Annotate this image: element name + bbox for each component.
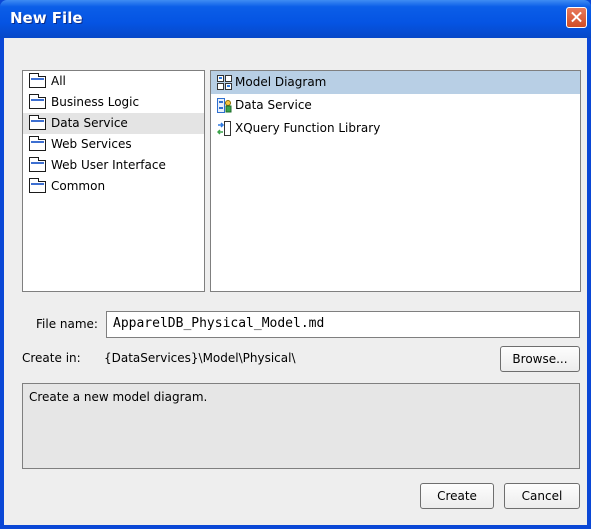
create-in-path: {DataServices}\Model\Physical\ bbox=[104, 351, 296, 365]
category-label: Data Service bbox=[51, 116, 128, 130]
model-diagram-icon bbox=[217, 75, 232, 90]
dialog-title: New File bbox=[10, 9, 83, 27]
template-item-xquery-function-library[interactable]: XQuery Function Library bbox=[211, 117, 580, 140]
category-item-web-user-interface[interactable]: Web User Interface bbox=[23, 155, 204, 176]
category-list[interactable]: All Business Logic Data Service Web Serv… bbox=[22, 70, 205, 292]
file-name-input[interactable]: ApparelDB_Physical_Model.md bbox=[106, 311, 580, 338]
folder-icon bbox=[29, 73, 46, 88]
description-text: Create a new model diagram. bbox=[29, 390, 208, 404]
description-box: Create a new model diagram. bbox=[22, 383, 580, 469]
category-label: Web Services bbox=[51, 137, 132, 151]
template-list[interactable]: Model Diagram Data Service XQuery Functi… bbox=[210, 70, 581, 292]
template-item-model-diagram[interactable]: Model Diagram bbox=[211, 71, 580, 94]
category-item-all[interactable]: All bbox=[23, 71, 204, 92]
close-button[interactable] bbox=[566, 7, 587, 28]
create-button[interactable]: Create bbox=[420, 483, 494, 509]
template-item-data-service[interactable]: Data Service bbox=[211, 94, 580, 117]
browse-button[interactable]: Browse... bbox=[500, 346, 580, 372]
title-bar[interactable]: New File bbox=[0, 0, 591, 38]
folder-icon bbox=[29, 136, 46, 151]
category-item-data-service[interactable]: Data Service bbox=[23, 113, 204, 134]
category-label: Business Logic bbox=[51, 95, 140, 109]
category-item-web-services[interactable]: Web Services bbox=[23, 134, 204, 155]
template-label: Data Service bbox=[235, 98, 312, 112]
folder-icon bbox=[29, 157, 46, 172]
data-service-icon bbox=[217, 98, 232, 113]
template-label: XQuery Function Library bbox=[235, 121, 381, 135]
folder-icon bbox=[29, 94, 46, 109]
category-label: All bbox=[51, 74, 66, 88]
folder-icon bbox=[29, 115, 46, 130]
category-label: Common bbox=[51, 179, 106, 193]
xquery-library-icon bbox=[217, 121, 231, 136]
category-item-business-logic[interactable]: Business Logic bbox=[23, 92, 204, 113]
category-label: Web User Interface bbox=[51, 158, 166, 172]
folder-icon bbox=[29, 178, 46, 193]
cancel-button[interactable]: Cancel bbox=[504, 483, 580, 509]
category-item-common[interactable]: Common bbox=[23, 176, 204, 197]
file-name-label: File name: bbox=[36, 317, 98, 331]
create-in-label: Create in: bbox=[22, 351, 81, 365]
template-label: Model Diagram bbox=[235, 75, 327, 89]
